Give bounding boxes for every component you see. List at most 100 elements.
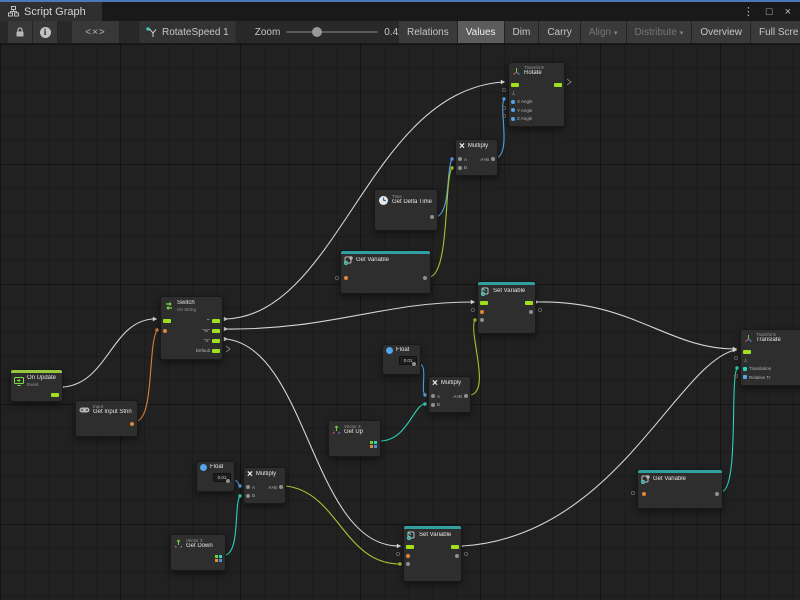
multiply-icon: × bbox=[432, 379, 438, 389]
toolbar-right-buttons: Relations Values Dim Carry Align ▾ Distr… bbox=[399, 21, 800, 44]
variable-name-port[interactable] bbox=[406, 554, 410, 558]
graph-toolbar: i <×> RotateSpeed 1 Zoom 0.4x Relations … bbox=[0, 21, 800, 44]
result-port[interactable] bbox=[491, 157, 495, 161]
variable-name-port[interactable] bbox=[642, 492, 646, 496]
vector3-icon bbox=[174, 539, 183, 549]
case-s-out-port[interactable] bbox=[212, 339, 220, 343]
window-titlebar: Script Graph ⋮ □ × bbox=[0, 0, 800, 21]
graph-hierarchy-icon bbox=[8, 6, 19, 17]
carry-button[interactable]: Carry bbox=[539, 21, 580, 44]
y-angle-port[interactable] bbox=[511, 108, 515, 112]
full-screen-button[interactable]: Full Scre bbox=[751, 21, 800, 44]
values-button[interactable]: Values bbox=[458, 21, 505, 44]
node-get-input-string[interactable]: Input Get Input Strin bbox=[75, 400, 138, 437]
variable-name-port[interactable] bbox=[344, 276, 348, 280]
graph-reference-breadcrumb[interactable]: RotateSpeed 1 bbox=[138, 21, 237, 43]
node-on-update[interactable]: On Update Event bbox=[10, 369, 63, 402]
graph-reference-icon bbox=[146, 27, 157, 38]
chevron-down-icon: ▾ bbox=[614, 29, 618, 37]
node-multiply-top[interactable]: × Multiply AA×B B bbox=[455, 139, 498, 176]
control-in-port[interactable] bbox=[163, 319, 171, 323]
default-out-port[interactable] bbox=[212, 349, 220, 353]
control-in-port[interactable] bbox=[406, 545, 414, 549]
z-angle-port[interactable] bbox=[511, 117, 515, 121]
code-icon: <×> bbox=[85, 27, 106, 38]
overview-button[interactable]: Overview bbox=[692, 21, 751, 44]
b-port[interactable] bbox=[246, 494, 250, 498]
info-button[interactable]: i bbox=[33, 21, 58, 43]
code-preview-button[interactable]: <×> bbox=[72, 21, 120, 43]
variable-icon bbox=[407, 531, 416, 540]
zoom-slider[interactable] bbox=[286, 31, 378, 33]
event-out-port[interactable] bbox=[51, 393, 59, 397]
b-port[interactable] bbox=[458, 166, 462, 170]
variable-value-out-port[interactable] bbox=[529, 310, 533, 314]
relative-to-port[interactable] bbox=[743, 375, 747, 379]
node-get-variable-br[interactable]: Get Variable bbox=[637, 469, 723, 509]
variable-icon bbox=[344, 256, 353, 265]
variable-value-out-port[interactable] bbox=[423, 276, 427, 280]
float-out-port[interactable] bbox=[226, 479, 230, 483]
node-set-variable-bottom[interactable]: Set Variable bbox=[403, 525, 462, 582]
selector-port[interactable] bbox=[163, 329, 167, 333]
delta-time-out-port[interactable] bbox=[430, 215, 434, 219]
node-float-mid[interactable]: Float 0.01 bbox=[382, 344, 421, 375]
variable-name-port[interactable] bbox=[480, 310, 484, 314]
result-port[interactable] bbox=[464, 394, 468, 398]
variable-value-out-port[interactable] bbox=[455, 554, 459, 558]
window-maximize-button[interactable]: □ bbox=[766, 6, 773, 18]
multiply-icon: × bbox=[247, 470, 253, 480]
control-out-port[interactable] bbox=[525, 301, 533, 305]
self-port[interactable] bbox=[743, 358, 748, 363]
result-port[interactable] bbox=[279, 485, 283, 489]
lock-button[interactable] bbox=[8, 21, 33, 43]
zoom-slider-handle[interactable] bbox=[312, 27, 322, 37]
variable-value-out-port[interactable] bbox=[715, 492, 719, 496]
node-rotate[interactable]: Transform Rotate X Angle Y Angle Z Angle bbox=[508, 62, 565, 127]
self-port[interactable] bbox=[511, 91, 516, 96]
node-set-variable-mid[interactable]: Set Variable bbox=[477, 281, 536, 334]
node-float-bottom[interactable]: Float 0.01 bbox=[196, 461, 235, 492]
relations-button[interactable]: Relations bbox=[399, 21, 458, 44]
variable-icon bbox=[641, 475, 650, 484]
input-string-out-port[interactable] bbox=[130, 422, 134, 426]
info-icon: i bbox=[40, 27, 51, 38]
case-empty-out-port[interactable] bbox=[212, 319, 220, 323]
node-get-delta-time[interactable]: Time Get Delta Time bbox=[374, 189, 438, 231]
a-port[interactable] bbox=[458, 157, 462, 161]
vector3-out-port[interactable] bbox=[215, 555, 222, 562]
align-button[interactable]: Align ▾ bbox=[581, 21, 627, 44]
graph-name: RotateSpeed 1 bbox=[162, 27, 229, 38]
node-get-up[interactable]: Vector 3 Get Up bbox=[328, 420, 381, 457]
control-out-port[interactable] bbox=[554, 83, 562, 87]
variable-value-in-port[interactable] bbox=[406, 562, 410, 566]
window-close-button[interactable]: × bbox=[785, 6, 791, 18]
case-w-out-port[interactable] bbox=[212, 329, 220, 333]
transform-icon bbox=[744, 334, 753, 343]
window-controls: ⋮ □ × bbox=[743, 2, 800, 21]
distribute-button[interactable]: Distribute ▾ bbox=[627, 21, 693, 44]
translation-port[interactable] bbox=[743, 367, 747, 371]
control-in-port[interactable] bbox=[511, 83, 519, 87]
tab-script-graph[interactable]: Script Graph bbox=[0, 2, 102, 21]
graph-canvas[interactable] bbox=[0, 44, 800, 600]
dim-button[interactable]: Dim bbox=[505, 21, 540, 44]
x-angle-port[interactable] bbox=[511, 100, 515, 104]
node-multiply-mid[interactable]: × Multiply AA×B B bbox=[428, 376, 471, 413]
node-translate[interactable]: Transform Translate Translation Relative… bbox=[740, 329, 800, 386]
b-port[interactable] bbox=[431, 403, 435, 407]
window-menu-button[interactable]: ⋮ bbox=[743, 5, 754, 18]
control-out-port[interactable] bbox=[451, 545, 459, 549]
vector3-out-port[interactable] bbox=[370, 441, 377, 448]
variable-icon bbox=[481, 287, 490, 296]
control-in-port[interactable] bbox=[480, 301, 488, 305]
control-in-port[interactable] bbox=[743, 350, 751, 354]
a-port[interactable] bbox=[431, 394, 435, 398]
float-out-port[interactable] bbox=[412, 362, 416, 366]
variable-value-in-port[interactable] bbox=[480, 318, 484, 322]
node-get-down[interactable]: Vector 3 Get Down bbox=[170, 534, 226, 571]
node-get-variable-top[interactable]: Get Variable bbox=[340, 250, 431, 294]
a-port[interactable] bbox=[246, 485, 250, 489]
node-switch[interactable]: Switch On String "" "W" "S" Default bbox=[160, 296, 223, 360]
node-multiply-bottom[interactable]: × Multiply AA×B B bbox=[243, 467, 286, 504]
